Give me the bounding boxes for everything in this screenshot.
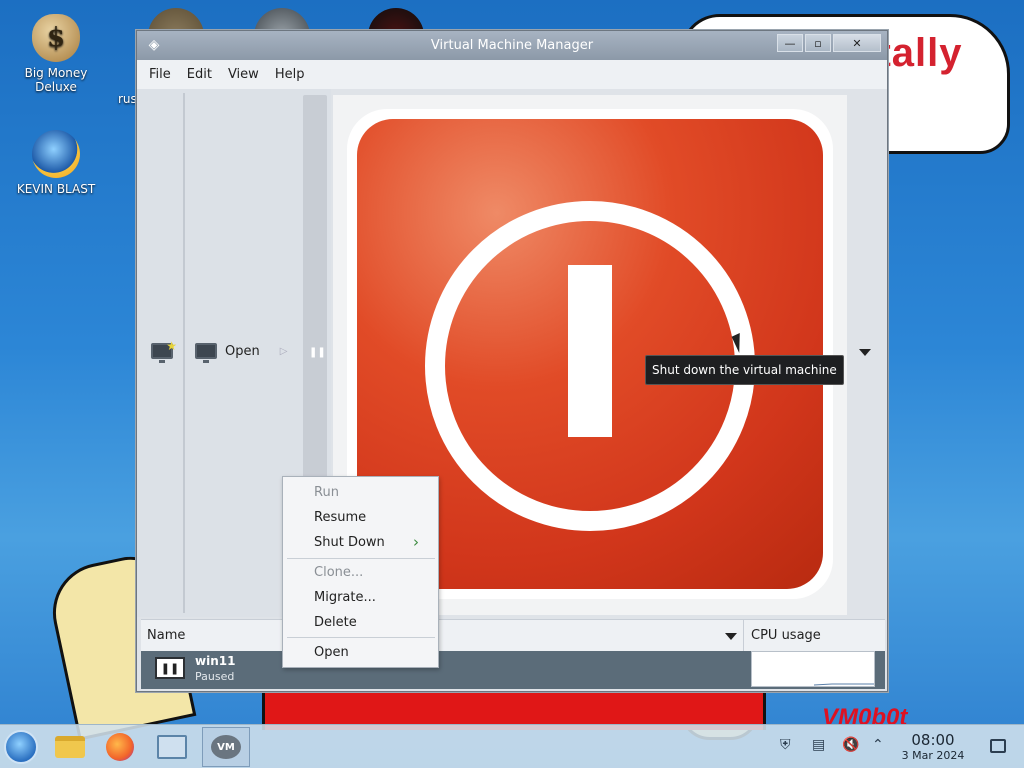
network-app-icon[interactable] — [154, 729, 190, 765]
minimize-button[interactable]: — — [777, 34, 803, 52]
vm-list-header: Name CPU usage — [141, 619, 885, 652]
firefox-icon[interactable] — [102, 729, 138, 765]
tray-expand-icon[interactable]: ⌃ — [872, 737, 884, 753]
clock-time: 08:00 — [911, 731, 955, 749]
tray-shield-icon[interactable]: ⛨ — [780, 737, 791, 753]
vm-name: win11 — [195, 654, 236, 668]
submenu-chevron-icon: › — [413, 533, 419, 551]
toolbar-separator — [183, 93, 185, 613]
menu-help[interactable]: Help — [267, 67, 313, 82]
window-title: Virtual Machine Manager — [430, 38, 594, 53]
menu-item-delete[interactable]: Delete — [314, 615, 357, 630]
column-dropdown-icon[interactable] — [725, 633, 737, 640]
start-button[interactable] — [4, 730, 38, 764]
menu-edit[interactable]: Edit — [179, 67, 220, 82]
pause-icon[interactable]: ❚❚ — [309, 347, 326, 358]
run-icon[interactable]: ▷ — [280, 346, 288, 357]
clipboard-icon[interactable]: ▤ — [812, 737, 825, 753]
column-cpu-usage[interactable]: CPU usage — [751, 628, 821, 643]
menu-item-run: Run — [314, 485, 339, 500]
menu-item-open[interactable]: Open — [314, 645, 349, 660]
vm-context-menu: Run Resume Shut Down › Clone... Migrate.… — [282, 476, 439, 668]
open-label: Open — [225, 343, 260, 359]
paused-vm-icon: ❚❚ — [155, 657, 185, 679]
close-button[interactable]: ✕ — [833, 34, 881, 52]
vm-row-win11[interactable]: ❚❚ win11 Paused — [141, 651, 885, 689]
new-vm-icon: ★ — [151, 339, 177, 363]
virt-manager-task-icon[interactable]: VM — [202, 727, 250, 767]
open-button[interactable]: Open ▷ — [195, 343, 288, 363]
cpu-usage-graph — [751, 651, 875, 687]
shutdown-dropdown-arrow[interactable] — [859, 349, 871, 356]
maximize-button[interactable]: ▫ — [805, 34, 831, 52]
app-menu-icon[interactable]: ◈ — [143, 34, 165, 56]
desktop-icon-kevin-blast[interactable]: KEVIN BLAST — [6, 130, 106, 196]
menu-item-migrate[interactable]: Migrate... — [314, 590, 376, 605]
desktop-icon-label: Big Money Deluxe — [24, 66, 88, 94]
money-bag-icon: $ — [32, 14, 80, 62]
clock[interactable]: 08:00 3 Mar 2024 — [894, 731, 972, 762]
menu-view[interactable]: View — [220, 67, 267, 82]
globe-sun-icon — [32, 130, 80, 178]
new-vm-button[interactable]: ★ — [151, 339, 177, 363]
show-desktop-icon[interactable] — [990, 739, 1006, 753]
shutdown-tooltip: Shut down the virtual machine — [645, 355, 844, 385]
volume-muted-icon[interactable]: 🔇 — [842, 737, 859, 753]
desktop-icon-label: KEVIN BLAST — [16, 182, 96, 196]
column-name[interactable]: Name — [147, 628, 185, 643]
desktop-icon-big-money[interactable]: $ Big Money Deluxe — [6, 14, 106, 94]
vm-status: Paused — [195, 670, 235, 683]
menu-item-resume[interactable]: Resume — [314, 510, 366, 525]
menu-item-shutdown[interactable]: Shut Down — [314, 535, 385, 550]
monitor-icon — [195, 343, 217, 363]
clock-date: 3 Mar 2024 — [901, 749, 965, 762]
window-titlebar[interactable]: ◈ Virtual Machine Manager — ▫ ✕ — [137, 31, 887, 60]
taskbar: VM ⛨ ▤ 🔇 ⌃ 08:00 3 Mar 2024 — [0, 724, 1024, 768]
menu-bar: File Edit View Help — [137, 60, 887, 89]
desktop-icon-partial-label: rus — [118, 92, 137, 106]
menu-item-clone: Clone... — [314, 565, 364, 580]
file-manager-icon[interactable] — [52, 729, 88, 765]
menu-file[interactable]: File — [141, 67, 179, 82]
